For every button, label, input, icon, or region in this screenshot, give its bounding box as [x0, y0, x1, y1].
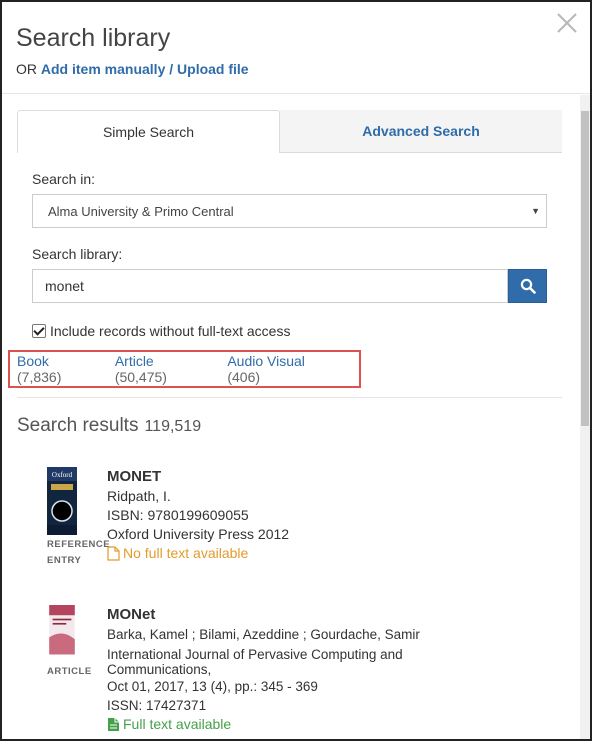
facet-book[interactable]: Book (7,836): [17, 353, 97, 385]
search-results-count: 119,519: [144, 418, 202, 435]
search-in-select[interactable]: Alma University & Primo Central ▼: [32, 194, 547, 228]
search-results-heading: Search results 119,519: [17, 415, 201, 437]
facet-audio-visual[interactable]: Audio Visual (406): [227, 353, 341, 385]
result-author: Ridpath, I.: [107, 488, 171, 504]
tab-advanced-search[interactable]: Advanced Search: [280, 110, 562, 153]
result-type-line1: ARTICLE: [47, 666, 92, 677]
resource-type-facets: Book (7,836) Article (50,475) Audio Visu…: [8, 350, 361, 388]
search-button[interactable]: [508, 269, 547, 303]
result-info: MONET Ridpath, I. ISBN: 9780199609055 Ox…: [107, 467, 447, 563]
link-separator: /: [169, 61, 174, 77]
availability-status[interactable]: No full text available: [107, 544, 447, 563]
tab-simple-search[interactable]: Simple Search: [17, 110, 280, 153]
availability-text: Full text available: [123, 716, 232, 732]
search-in-label: Search in:: [32, 171, 96, 187]
result-date: Oct 01, 2017, 13 (4), pp.: 345 - 369: [107, 679, 318, 694]
caret-down-icon: ▼: [531, 206, 540, 216]
facet-article-count: (50,475): [114, 369, 167, 385]
include-records-option: Include records without full-text access: [32, 322, 290, 340]
document-icon: [108, 718, 119, 731]
result-publisher: Oxford University Press 2012: [107, 526, 290, 542]
availability-status[interactable]: Full text available: [107, 715, 457, 734]
result-author: Barka, Kamel ; Bilami, Azeddine ; Gourda…: [107, 627, 420, 642]
result-info: MONet Barka, Kamel ; Bilami, Azeddine ; …: [107, 605, 457, 734]
dialog-subtitle: OR Add item manually / Upload file: [16, 61, 249, 77]
upload-file-link[interactable]: Upload file: [177, 61, 249, 77]
result-title[interactable]: MONet: [107, 605, 457, 624]
facet-article[interactable]: Article (50,475): [115, 353, 210, 385]
document-icon: [107, 546, 120, 561]
search-results-label: Search results: [17, 415, 139, 436]
book-cover-thumbnail: Oxford: [47, 467, 77, 535]
dialog-title: Search library: [16, 24, 171, 52]
close-icon[interactable]: [556, 12, 578, 34]
result-item[interactable]: Oxford REFERENCE ENTRY MONET Ridpath, I.…: [47, 467, 547, 577]
result-item[interactable]: ARTICLE MONet Barka, Kamel ; Bilami, Aze…: [47, 605, 547, 739]
search-library-dialog: Search library OR Add item manually / Up…: [0, 0, 592, 741]
dialog-header: Search library OR Add item manually / Up…: [2, 2, 590, 94]
search-in-value: Alma University & Primo Central: [48, 203, 234, 219]
scrollbar-thumb[interactable]: [581, 111, 589, 426]
search-input[interactable]: [32, 269, 508, 303]
facet-book-count: (7,836): [17, 369, 62, 385]
search-icon: [520, 278, 536, 294]
search-library-label: Search library:: [32, 246, 123, 262]
result-type-line2: ENTRY: [47, 555, 82, 566]
result-type-line1: REFERENCE: [47, 539, 111, 550]
result-type: ARTICLE: [47, 664, 92, 680]
divider: [17, 397, 562, 398]
or-text: OR: [16, 61, 37, 77]
result-journal: International Journal of Pervasive Compu…: [107, 647, 403, 677]
availability-text: No full text available: [123, 545, 249, 561]
search-tabs: Simple Search Advanced Search: [17, 110, 562, 153]
facet-audio-visual-count: (406): [227, 369, 261, 385]
include-records-checkbox[interactable]: [32, 324, 46, 338]
include-records-label: Include records without full-text access: [50, 323, 291, 339]
svg-text:Oxford: Oxford: [52, 471, 73, 479]
facet-book-name: Book: [17, 353, 49, 369]
result-isbn: ISBN: 9780199609055: [107, 507, 249, 523]
facet-audio-visual-name: Audio Visual: [227, 353, 305, 369]
result-type: REFERENCE ENTRY: [47, 537, 110, 569]
facet-article-name: Article: [114, 353, 154, 369]
scrollbar[interactable]: [580, 95, 590, 739]
journal-cover-thumbnail: [49, 605, 75, 655]
add-item-manually-link[interactable]: Add item manually: [41, 61, 165, 77]
result-issn: ISSN: 17427371: [107, 698, 207, 713]
result-title[interactable]: MONET: [107, 467, 447, 486]
dialog-body: Simple Search Advanced Search Search in:…: [2, 95, 582, 739]
